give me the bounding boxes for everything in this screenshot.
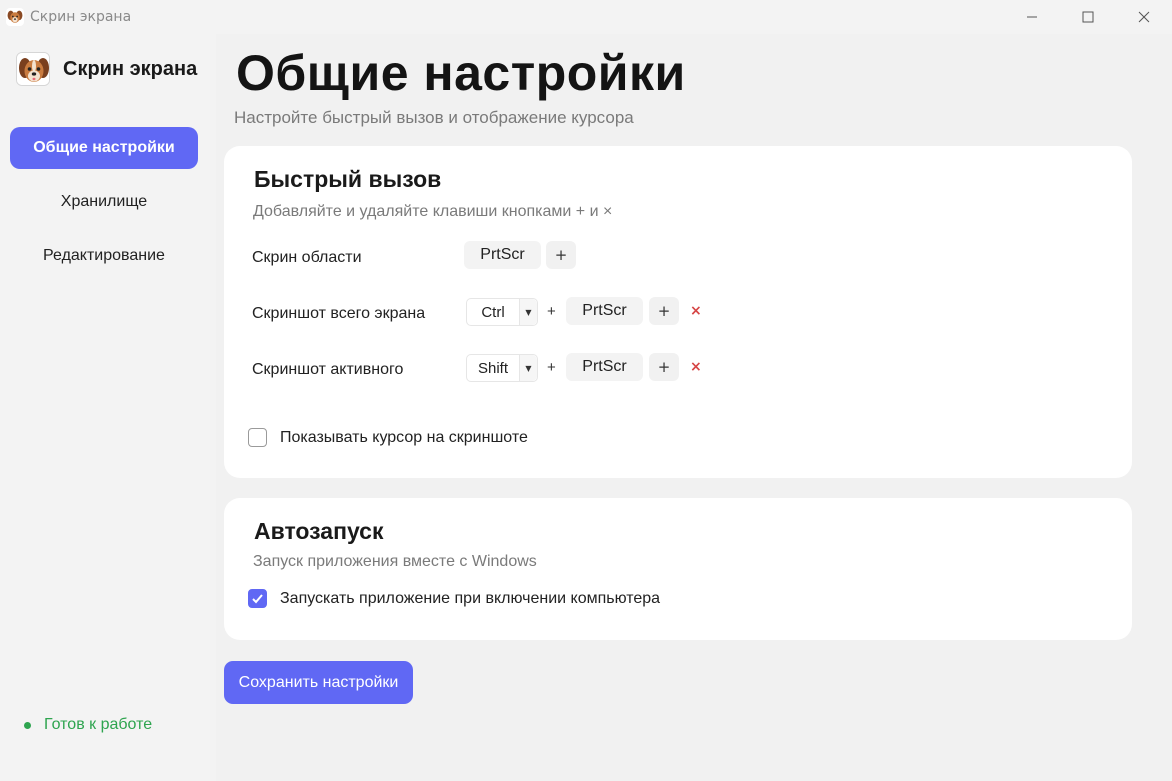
- checkmark-icon: [252, 594, 263, 604]
- show-cursor-label: Показывать курсор на скриншоте: [280, 428, 528, 446]
- save-settings-button[interactable]: Сохранить настройки: [224, 661, 413, 704]
- minimize-button[interactable]: [1004, 0, 1060, 34]
- status-dot-icon: [24, 721, 31, 729]
- autostart-card: Автозапуск Запуск приложения вместе с Wi…: [224, 498, 1132, 640]
- modifier-value: Ctrl: [481, 303, 505, 321]
- modifier-select-active[interactable]: Shift ▼: [466, 354, 538, 382]
- autostart-label: Запускать приложение при включении компь…: [280, 589, 661, 607]
- remove-key-button-fullscreen[interactable]: ×: [690, 303, 702, 319]
- close-icon: [1138, 11, 1150, 23]
- hotkey-key-region: PrtScr: [464, 241, 541, 269]
- window-title: Скрин экрана: [30, 9, 132, 25]
- autostart-desc: Запуск приложения вместе с Windows: [253, 553, 537, 570]
- sidebar-item-storage[interactable]: Хранилище: [10, 181, 198, 223]
- brand-name: Скрин экрана: [63, 57, 198, 80]
- modifier-value: Shift: [477, 359, 508, 377]
- sidebar-nav: Общие настройки Хранилище Редактирование: [10, 127, 198, 289]
- modifier-select-fullscreen[interactable]: Ctrl ▼: [466, 298, 538, 326]
- status-indicator: Готов к работе: [24, 716, 152, 734]
- add-key-button-active[interactable]: +: [649, 353, 679, 381]
- page-title: Общие настройки: [236, 45, 686, 101]
- hotkeys-title: Быстрый вызов: [254, 166, 442, 192]
- sidebar-item-editing[interactable]: Редактирование: [10, 235, 198, 277]
- title-bar: Скрин экрана: [0, 0, 1172, 34]
- plus-separator: +: [547, 359, 556, 376]
- maximize-button[interactable]: [1060, 0, 1116, 34]
- hotkeys-desc: Добавляйте и удаляйте клавиши кнопками +…: [253, 203, 613, 220]
- dog-logo-icon: [16, 52, 50, 86]
- autostart-title: Автозапуск: [254, 518, 384, 544]
- minimize-icon: [1027, 16, 1037, 18]
- add-key-button-fullscreen[interactable]: +: [649, 297, 679, 325]
- status-text: Готов к работе: [44, 716, 153, 733]
- hotkey-label-fullscreen: Скриншот всего экрана: [252, 305, 426, 322]
- hotkeys-card: Быстрый вызов Добавляйте и удаляйте клав…: [224, 146, 1132, 478]
- window-controls: [1004, 0, 1172, 34]
- chevron-down-icon: ▼: [519, 299, 537, 325]
- show-cursor-row[interactable]: Показывать курсор на скриншоте: [248, 428, 528, 447]
- close-button[interactable]: [1116, 0, 1172, 34]
- dog-app-icon: [6, 8, 24, 26]
- hotkey-label-active: Скриншот активного: [252, 361, 404, 378]
- add-key-button-region[interactable]: +: [546, 241, 576, 269]
- main-content: Общие настройки Настройте быстрый вызов …: [216, 34, 1172, 781]
- hotkey-key-fullscreen: PrtScr: [566, 297, 643, 325]
- autostart-checkbox[interactable]: [248, 589, 267, 608]
- plus-separator: +: [547, 303, 556, 320]
- hotkey-label-region: Скрин области: [252, 249, 362, 266]
- sidebar-item-general-settings[interactable]: Общие настройки: [10, 127, 198, 169]
- chevron-down-icon: ▼: [519, 355, 537, 381]
- page-subtitle: Настройте быстрый вызов и отображение ку…: [234, 108, 634, 127]
- brand: Скрин экрана: [16, 52, 197, 86]
- sidebar: Скрин экрана Общие настройки Хранилище Р…: [0, 34, 216, 781]
- maximize-icon: [1082, 11, 1094, 23]
- remove-key-button-active[interactable]: ×: [690, 359, 702, 375]
- autostart-row[interactable]: Запускать приложение при включении компь…: [248, 589, 660, 608]
- hotkey-key-active: PrtScr: [566, 353, 643, 381]
- show-cursor-checkbox[interactable]: [248, 428, 267, 447]
